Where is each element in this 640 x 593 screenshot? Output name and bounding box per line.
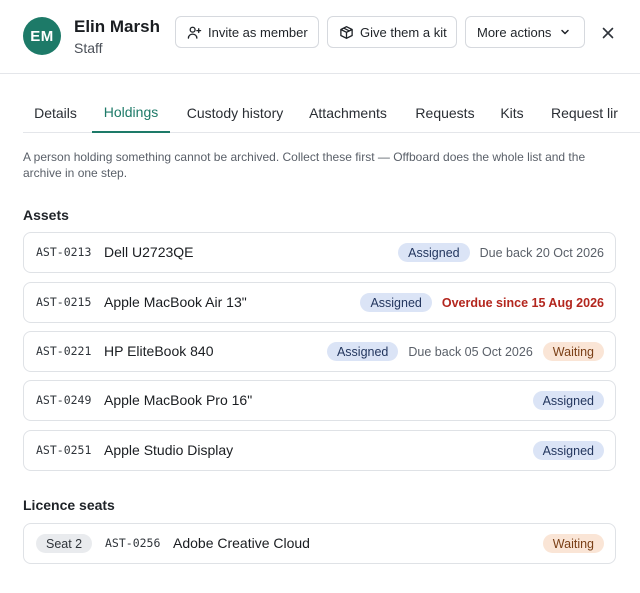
assets-heading: Assets [23, 207, 69, 223]
tab-bar: Details Holdings Custody history Attachm… [23, 92, 640, 133]
status-badge: Assigned [360, 293, 432, 312]
tab-custody-history[interactable]: Custody history [183, 92, 287, 133]
asset-row[interactable]: AST-0213 Dell U2723QE Assigned Due back … [23, 232, 616, 273]
asset-code: AST-0221 [36, 344, 92, 358]
asset-code: AST-0251 [36, 443, 92, 457]
asset-row[interactable]: AST-0249 Apple MacBook Pro 16" Assigned [23, 380, 616, 421]
licence-row[interactable]: Seat 2 AST-0256 Adobe Creative Cloud Wai… [23, 523, 616, 564]
more-actions-label: More actions [477, 24, 552, 40]
give-kit-button[interactable]: Give them a kit [327, 16, 457, 48]
due-date: Due back 20 Oct 2026 [479, 245, 604, 260]
asset-name: HP EliteBook 840 [104, 343, 214, 359]
asset-name: Apple MacBook Pro 16" [104, 392, 253, 408]
asset-name: Dell U2723QE [104, 244, 194, 260]
tab-attachments[interactable]: Attachments [307, 92, 389, 133]
avatar: EM [23, 17, 61, 55]
tab-details[interactable]: Details [23, 92, 88, 133]
licence-code: AST-0256 [105, 536, 161, 550]
asset-code: AST-0249 [36, 393, 92, 407]
close-icon[interactable] [597, 22, 619, 44]
person-role: Staff [74, 40, 103, 56]
waiting-badge: Waiting [542, 534, 604, 553]
asset-code: AST-0213 [36, 245, 92, 259]
tab-kits[interactable]: Kits [497, 92, 527, 133]
more-actions-button[interactable]: More actions [465, 16, 585, 48]
invite-as-member-label: Invite as member [208, 24, 308, 40]
status-badge: Assigned [532, 391, 604, 410]
asset-row[interactable]: AST-0251 Apple Studio Display Assigned [23, 430, 616, 471]
licence-seats-heading: Licence seats [23, 497, 115, 513]
asset-name: Apple Studio Display [104, 442, 234, 458]
overdue-date: Overdue since 15 Aug 2026 [441, 295, 604, 310]
asset-name: Apple MacBook Air 13" [104, 294, 247, 310]
archive-notice: A person holding something cannot be arc… [23, 150, 586, 180]
tab-requests[interactable]: Requests [413, 92, 477, 133]
tab-holdings[interactable]: Holdings [92, 92, 170, 133]
seat-badge: Seat 2 [36, 534, 93, 553]
box-icon [339, 25, 354, 40]
asset-row[interactable]: AST-0221 HP EliteBook 840 Assigned Due b… [23, 331, 616, 372]
user-plus-icon [187, 25, 202, 40]
licence-name: Adobe Creative Cloud [173, 535, 310, 551]
chevron-down-icon [559, 26, 571, 38]
asset-row[interactable]: AST-0215 Apple MacBook Air 13" Assigned … [23, 282, 616, 323]
tab-request-links[interactable]: Request lir [551, 92, 640, 133]
due-date: Due back 05 Oct 2026 [408, 344, 533, 359]
person-name: Elin Marsh [74, 17, 160, 36]
asset-code: AST-0215 [36, 295, 92, 309]
waiting-badge: Waiting [542, 342, 604, 361]
drawer-header: EM Elin Marsh Staff Invite as member Giv… [0, 0, 640, 74]
status-badge: Assigned [398, 243, 470, 262]
give-kit-label: Give them a kit [360, 24, 447, 40]
status-badge: Assigned [326, 342, 399, 361]
status-badge: Assigned [532, 441, 604, 460]
invite-as-member-button[interactable]: Invite as member [175, 16, 319, 48]
